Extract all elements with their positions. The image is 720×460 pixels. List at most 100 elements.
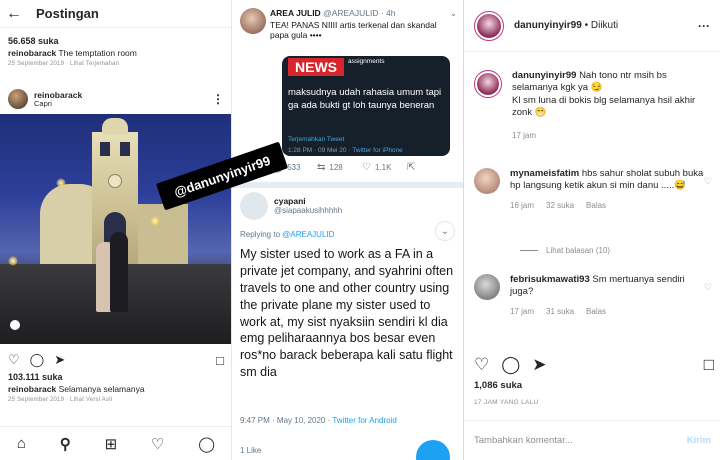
user-tag-icon[interactable] <box>10 320 20 330</box>
compose-tweet-button[interactable] <box>416 440 450 460</box>
avatar[interactable] <box>240 192 268 220</box>
photo-lamp <box>8 256 18 266</box>
replying-to-handle[interactable]: @AREAJULID <box>282 230 334 239</box>
comment-likes[interactable]: 32 suka <box>546 201 574 210</box>
post-caption: reinobarack Selamanya selamanya <box>8 384 145 394</box>
comment-like-heart-icon[interactable]: ♡ <box>704 176 712 187</box>
comment-meta: 16 jam 32 suka Balas <box>510 201 710 210</box>
previous-post-footer: 56.658 suka reinobarack The temptation r… <box>0 28 231 67</box>
view-replies-label: Lihat balasan (10) <box>546 246 611 255</box>
home-icon[interactable]: ⌂ <box>17 435 26 452</box>
comment-time: 17 jam <box>510 306 535 316</box>
tweet-author-row: cyapani @siapaakusihhhhh <box>240 192 342 220</box>
post-likes[interactable]: 1,086 suka <box>474 380 522 391</box>
retweet-count: 128 <box>329 163 343 172</box>
tweet[interactable]: AREA JULID @AREAJULID · 4h ⌄ TEA! PANAS … <box>232 8 463 40</box>
tweet-author-name[interactable]: cyapani <box>274 196 342 206</box>
profile-icon[interactable]: ◯ <box>198 435 215 453</box>
tweet-handle[interactable]: @siapaakusihhhhh <box>274 206 342 216</box>
caption-username[interactable]: reinobarack <box>8 48 56 58</box>
share-icon[interactable]: ➤ <box>532 355 546 375</box>
bottom-nav: ⌂ ⚲ ⊞ ♡ ◯ <box>0 426 231 460</box>
like-heart-icon[interactable]: ♡ <box>8 352 20 368</box>
search-icon[interactable]: ⚲ <box>60 435 71 453</box>
comment-username[interactable]: mynameisfatim <box>510 168 579 179</box>
news-badge: NEWS <box>288 58 344 76</box>
tweet-time: 9:47 PM · May 10, 2020 · Twitter for And… <box>240 416 397 425</box>
back-arrow-icon[interactable]: ← <box>6 5 26 23</box>
tweet-author-name[interactable]: AREA JULID <box>270 8 321 18</box>
caption-line-2: Kl sm luna di bokis blg selamanya hsil a… <box>512 94 696 119</box>
avatar[interactable] <box>240 8 266 34</box>
post-age: 17 JAM YANG LALU <box>474 399 539 406</box>
bookmark-icon[interactable]: □ <box>704 355 714 375</box>
twitter-panel: AREA JULID @AREAJULID · 4h ⌄ TEA! PANAS … <box>232 0 463 460</box>
chevron-down-icon[interactable]: ⌄ <box>450 8 457 19</box>
comment: mynameisfatim hbs sahur sholat subuh buk… <box>474 168 710 210</box>
tweet-text: My sister used to work as a FA in a priv… <box>240 247 454 380</box>
share-icon: ⇱ <box>407 162 416 173</box>
avatar[interactable] <box>474 10 504 41</box>
tweet-source[interactable]: Twitter for Android <box>332 416 396 425</box>
like-button[interactable]: ♡ 1.1K <box>362 162 407 173</box>
post-footer: 103.111 suka reinobarack Selamanya selam… <box>8 372 145 403</box>
post-owner-username[interactable]: danunyinyir99 <box>514 20 582 31</box>
divider <box>232 182 463 188</box>
tweet-like-count[interactable]: 1 Like <box>240 446 261 455</box>
bookmark-icon[interactable]: □ <box>216 353 224 368</box>
previous-post-caption: reinobarack The temptation room <box>8 48 223 58</box>
tweet-age: 4h <box>386 8 396 18</box>
comment-icon[interactable]: ◯ <box>501 355 520 375</box>
avatar[interactable] <box>8 89 28 109</box>
tweet-text: TEA! PANAS NIIII artis terkenal dan skan… <box>270 20 437 41</box>
retweet-button[interactable]: ⇆ 128 <box>317 162 362 173</box>
reply-button[interactable]: Balas <box>586 307 606 316</box>
caption-text: The temptation room <box>58 48 137 58</box>
like-heart-icon[interactable]: ♡ <box>474 355 489 375</box>
comment-text: febrisukmawati93 Sm mertuanya sendiri ju… <box>510 274 710 299</box>
post-actions: ♡ ◯ ➤ □ <box>474 355 714 375</box>
translate-link[interactable]: Lihat Terjemahan <box>70 61 119 67</box>
post-location[interactable]: Capri <box>34 99 82 108</box>
reply-button[interactable]: Balas <box>586 201 606 210</box>
comment-username[interactable]: danunyinyir99 <box>512 70 576 81</box>
comment-likes[interactable]: 31 suka <box>546 307 574 316</box>
quoted-tweet-text: maksudnya udah rahasia umum tapi ga ada … <box>288 87 442 112</box>
quoted-tweet-card[interactable]: NEWS assignments maksudnya udah rahasia … <box>282 56 450 156</box>
comment-like-heart-icon[interactable]: ♡ <box>704 282 712 293</box>
previous-post-date: 25 September 2019 · Lihat Terjemahan <box>8 61 120 67</box>
comment-username[interactable]: febrisukmawati93 <box>510 274 590 285</box>
send-comment-button[interactable]: Kirim <box>687 435 711 446</box>
more-options-icon[interactable]: ⋮ <box>212 92 224 106</box>
post-date: 25 September 2019 <box>8 397 65 403</box>
chevron-down-icon[interactable]: ⌄ <box>435 221 455 241</box>
tweet-meta: AREA JULID @AREAJULID · 4h ⌄ <box>270 8 457 18</box>
avatar[interactable] <box>474 274 500 300</box>
share-button[interactable]: ⇱ <box>407 162 452 173</box>
more-options-icon[interactable]: ··· <box>698 19 710 33</box>
avatar[interactable] <box>474 168 500 194</box>
comment-input[interactable]: Tambahkan komentar... <box>474 435 573 446</box>
comment-body: febrisukmawati93 Sm mertuanya sendiri ju… <box>510 274 710 316</box>
replying-to: Replying to @AREAJULID <box>240 230 334 239</box>
comment-body: mynameisfatim hbs sahur sholat subuh buk… <box>510 168 710 210</box>
page-title: Postingan <box>36 6 99 21</box>
original-version-link[interactable]: Lihat Versi Asli <box>70 397 112 403</box>
post-likes[interactable]: 103.111 suka <box>8 372 145 382</box>
photo-person <box>110 232 128 312</box>
avatar[interactable] <box>474 70 502 98</box>
activity-heart-icon[interactable]: ♡ <box>151 435 164 453</box>
post-photo[interactable] <box>0 114 231 344</box>
caption-username[interactable]: reinobarack <box>8 384 56 394</box>
share-icon[interactable]: ➤ <box>54 352 65 368</box>
comment-icon[interactable]: ◯ <box>30 352 45 368</box>
previous-post-likes[interactable]: 56.658 suka <box>8 36 223 46</box>
comments-header: danunyinyir99 • Diikuti ··· <box>464 0 720 52</box>
view-replies-link[interactable]: Lihat balasan (10) <box>520 246 610 255</box>
translate-tweet-link[interactable]: Terjemahkan Tweet <box>288 136 344 143</box>
tweet-handle[interactable]: @AREAJULID <box>323 8 378 18</box>
new-post-icon[interactable]: ⊞ <box>105 435 118 453</box>
caption-comment: danunyinyir99 Nah tono ntr msih bs selam… <box>474 70 712 140</box>
following-label[interactable]: • Diikuti <box>585 20 619 31</box>
comment-text: mynameisfatim hbs sahur sholat subuh buk… <box>510 168 710 193</box>
